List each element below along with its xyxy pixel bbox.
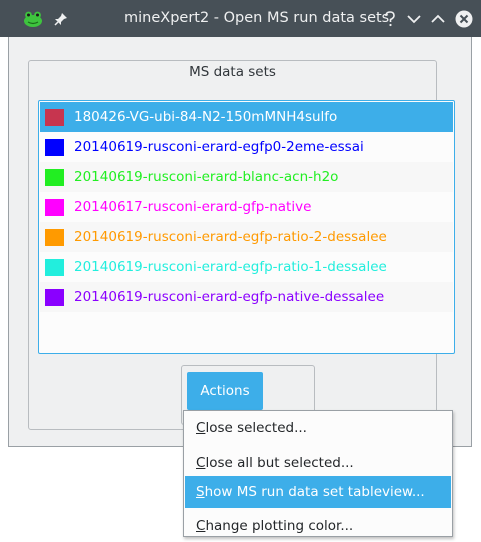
color-swatch — [45, 138, 64, 156]
maximize-chevron-up-icon[interactable] — [428, 0, 448, 37]
list-item[interactable]: 180426-VG-ubi-84-N2-150mMNH4sulfo — [40, 102, 453, 132]
color-swatch — [45, 258, 64, 276]
data-set-name: 20140619-rusconi-erard-egfp-ratio-1-dess… — [74, 259, 387, 275]
actions-menu: Close selected... Close all but selected… — [183, 410, 453, 537]
list-item[interactable]: 20140619-rusconi-erard-egfp0-2eme-essai — [40, 132, 453, 162]
menu-item-mnemonic: C — [196, 518, 206, 534]
data-set-name: 20140619-rusconi-erard-blanc-acn-h2o — [74, 169, 339, 185]
color-swatch — [45, 168, 64, 186]
menu-item-close-selected[interactable]: Close selected... — [185, 412, 451, 444]
data-set-name: 180426-VG-ubi-84-N2-150mMNH4sulfo — [74, 109, 338, 125]
title-bar: mineXpert2 - Open MS run data sets — [0, 0, 481, 37]
actions-button[interactable]: Actions — [187, 372, 263, 410]
color-swatch — [45, 288, 64, 306]
menu-item-change-plotting-color[interactable]: Change plotting color... — [185, 510, 451, 542]
color-swatch — [45, 198, 64, 216]
data-set-name: 20140617-rusconi-erard-gfp-native — [74, 199, 312, 215]
menu-item-label: lose selected... — [205, 420, 307, 436]
menu-item-close-all-but-selected[interactable]: Close all but selected... — [185, 447, 451, 479]
data-set-name: 20140619-rusconi-erard-egfp-ratio-2-dess… — [74, 229, 387, 245]
groupbox-title: MS data sets — [189, 64, 276, 80]
list-item[interactable]: 20140619-rusconi-erard-egfp-native-dessa… — [40, 282, 453, 312]
ms-data-sets-list[interactable]: 180426-VG-ubi-84-N2-150mMNH4sulfo 201406… — [38, 100, 455, 354]
close-icon[interactable] — [452, 0, 476, 37]
window-title: mineXpert2 - Open MS run data sets — [124, 10, 390, 26]
menu-item-mnemonic: C — [196, 420, 206, 436]
data-set-name: 20140619-rusconi-erard-egfp0-2eme-essai — [74, 139, 364, 155]
menu-item-mnemonic: C — [196, 455, 206, 471]
list-item[interactable]: 20140619-rusconi-erard-egfp-ratio-1-dess… — [40, 252, 453, 282]
list-item[interactable]: 20140619-rusconi-erard-egfp-ratio-2-dess… — [40, 222, 453, 252]
help-icon[interactable] — [380, 0, 400, 37]
minimize-chevron-down-icon[interactable] — [404, 0, 424, 37]
color-swatch — [45, 228, 64, 246]
list-item[interactable]: 20140617-rusconi-erard-gfp-native — [40, 192, 453, 222]
menu-item-label: hange plotting color... — [205, 518, 354, 534]
menu-item-show-tableview[interactable]: Show MS run data set tableview... — [185, 476, 451, 508]
list-item[interactable]: 20140619-rusconi-erard-blanc-acn-h2o — [40, 162, 453, 192]
color-swatch — [45, 108, 64, 126]
menu-item-mnemonic: S — [196, 484, 205, 500]
data-set-name: 20140619-rusconi-erard-egfp-native-dessa… — [74, 289, 385, 305]
menu-item-label: how MS run data set tableview... — [204, 484, 425, 500]
menu-item-label: lose all but selected... — [205, 455, 354, 471]
app-frog-icon — [22, 0, 44, 37]
pin-icon[interactable] — [50, 0, 72, 37]
